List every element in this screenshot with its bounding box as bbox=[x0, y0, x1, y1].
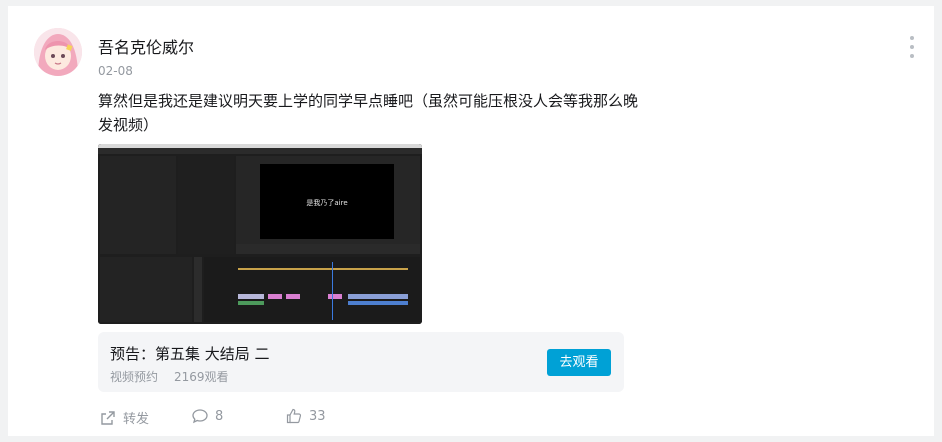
video-reservation-card[interactable]: 预告：第五集 大结局 二 视频预约 2169观看 去观看 bbox=[98, 332, 624, 392]
preview-caption: 是我乃了aire bbox=[306, 198, 347, 207]
dynamic-post-card: 吾名克伦威尔 02-08 算然但是我还是建议明天要上学的同学早点睡吧（虽然可能压… bbox=[8, 6, 934, 436]
watch-button[interactable]: 去观看 bbox=[547, 349, 611, 376]
share-icon bbox=[101, 410, 115, 425]
comment-icon bbox=[192, 409, 208, 424]
more-dot-icon bbox=[910, 45, 914, 49]
comment-count: 8 bbox=[215, 408, 224, 424]
post-image[interactable]: 是我乃了aire bbox=[98, 144, 422, 324]
thumbs-up-icon bbox=[286, 408, 302, 424]
share-label: 转发 bbox=[123, 412, 150, 427]
more-dot-icon bbox=[910, 36, 914, 40]
post-text: 算然但是我还是建议明天要上学的同学早点睡吧（虽然可能压根没人会等我那么晚发视频） bbox=[98, 92, 639, 134]
editor-screenshot-image: 是我乃了aire bbox=[98, 144, 422, 324]
video-view-count: 2169观看 bbox=[174, 370, 229, 384]
like-count: 33 bbox=[309, 408, 326, 424]
video-title[interactable]: 预告：第五集 大结局 二 bbox=[110, 343, 270, 364]
video-type-label: 视频预约 bbox=[110, 370, 159, 384]
post-date: 02-08 bbox=[98, 64, 133, 78]
author-name[interactable]: 吾名克伦威尔 bbox=[98, 34, 194, 58]
share-button[interactable]: 转发 bbox=[100, 408, 149, 427]
more-dot-icon bbox=[910, 54, 914, 58]
comment-button[interactable]: 8 bbox=[192, 408, 223, 424]
like-button[interactable]: 33 bbox=[286, 408, 326, 424]
anime-avatar-image bbox=[34, 28, 82, 76]
avatar[interactable] bbox=[34, 28, 82, 76]
more-options-button[interactable] bbox=[904, 36, 920, 58]
